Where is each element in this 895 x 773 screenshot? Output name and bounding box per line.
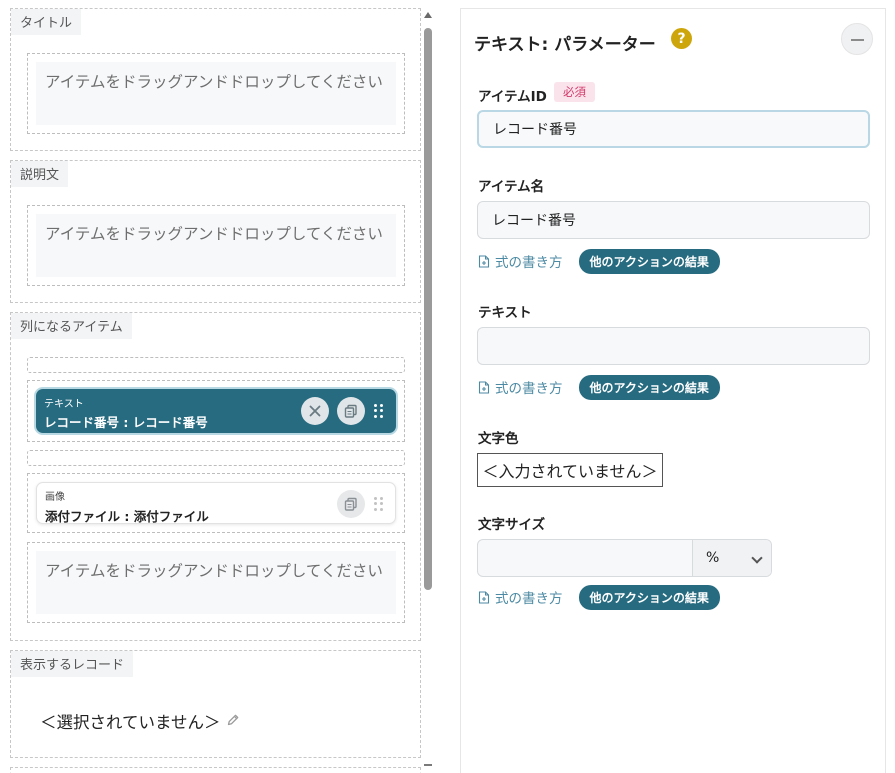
close-icon [309, 405, 321, 417]
remove-item-button[interactable] [301, 397, 329, 425]
item-type: テキスト [44, 399, 84, 410]
other-action-results-button[interactable]: 他のアクションの結果 [578, 374, 720, 400]
other-action-results-button[interactable]: 他のアクションの結果 [578, 584, 720, 610]
section-description-label: 説明文 [11, 161, 69, 187]
description-dropzone[interactable]: アイテムをドラッグアンドドロップしてください [27, 205, 405, 286]
list-items-dropzone[interactable]: アイテムをドラッグアンドドロップしてください [27, 542, 405, 623]
section-record-label: 表示するレコード [11, 651, 134, 677]
text-input[interactable] [477, 327, 870, 365]
record-selection-value: ＜選択されていません＞ [40, 713, 221, 732]
section-description: 説明文 アイテムをドラッグアンドドロップしてください [10, 160, 421, 303]
required-badge: 必須 [554, 82, 595, 102]
text-size-group: % [477, 539, 772, 577]
item-container-image: 画像 添付ファイル : 添付ファイル [27, 473, 405, 533]
item-name-label: アイテム名 [478, 179, 545, 195]
text-label: テキスト [478, 305, 532, 321]
text-color-value: ＜入力されていません＞ [482, 462, 658, 481]
dropzone-text: アイテムをドラッグアンドドロップしてください [36, 214, 396, 277]
pencil-icon[interactable] [226, 713, 240, 727]
text-helpers: 式の書き方 他のアクションの結果 [478, 374, 720, 400]
item-card-text[interactable]: テキスト レコード番号 : レコード番号 [36, 389, 396, 433]
item-name: レコード番号 : レコード番号 [44, 415, 208, 430]
section-title-label: タイトル [11, 9, 82, 35]
duplicate-item-button[interactable] [337, 397, 365, 425]
help-icon[interactable]: ? [671, 28, 692, 49]
document-icon [478, 590, 490, 604]
drag-handle-icon[interactable] [374, 497, 384, 511]
layout-editor: タイトル アイテムをドラッグアンドドロップしてください 説明文 アイテムをドラッ… [0, 0, 440, 773]
item-name-helpers: 式の書き方 他のアクションの結果 [478, 248, 720, 274]
text-color-label: 文字色 [478, 431, 519, 447]
scrollbar-thumb[interactable] [424, 28, 432, 590]
section-record: 表示するレコード ＜選択されていません＞ [10, 650, 421, 758]
formula-help-link[interactable]: 式の書き方 [478, 251, 563, 271]
text-size-unit-value: % [706, 550, 720, 566]
item-name-value: レコード番号 [492, 213, 576, 229]
formula-help-link[interactable]: 式の書き方 [478, 587, 563, 607]
parameter-panel: テキスト: パラメーター ? アイテムID 必須 レコード番号 アイテム名 レコ… [460, 8, 886, 773]
section-list-items: 列になるアイテム テキスト レコード番号 : レコード番号 画像 添付ファイル … [10, 312, 421, 641]
text-color-picker[interactable]: ＜入力されていません＞ [477, 453, 663, 487]
item-name: 添付ファイル : 添付ファイル [45, 509, 209, 524]
item-id-input[interactable]: レコード番号 [477, 110, 870, 148]
scroll-up-arrow-icon[interactable] [424, 12, 432, 18]
item-type: 画像 [45, 492, 65, 503]
dropzone-text: アイテムをドラッグアンドドロップしてください [36, 551, 396, 614]
text-size-input[interactable] [478, 540, 692, 576]
other-action-results-button[interactable]: 他のアクションの結果 [578, 248, 720, 274]
formula-help-link[interactable]: 式の書き方 [478, 377, 563, 397]
dropzone-text: アイテムをドラッグアンドドロップしてください [36, 62, 396, 125]
drop-slot[interactable] [27, 357, 405, 373]
text-size-unit-select[interactable]: % [692, 540, 771, 576]
copy-icon [344, 404, 357, 418]
section-list-items-label: 列になるアイテム [11, 313, 132, 339]
text-size-label: 文字サイズ [478, 517, 546, 533]
text-size-helpers: 式の書き方 他のアクションの結果 [478, 584, 720, 610]
item-container-text: テキスト レコード番号 : レコード番号 [27, 380, 405, 442]
duplicate-item-button[interactable] [337, 490, 365, 518]
document-icon [478, 254, 490, 268]
drag-handle-icon[interactable] [374, 404, 384, 418]
item-name-input[interactable]: レコード番号 [477, 201, 870, 239]
scrollbar[interactable] [422, 8, 434, 773]
scroll-down-arrow-icon[interactable] [424, 764, 432, 766]
collapse-panel-button[interactable] [841, 23, 873, 55]
chevron-down-icon [751, 552, 763, 564]
section-next [10, 767, 421, 773]
document-icon [478, 380, 490, 394]
drop-slot[interactable] [27, 450, 405, 466]
item-id-label: アイテムID [478, 89, 547, 105]
item-id-value: レコード番号 [493, 122, 577, 138]
title-dropzone[interactable]: アイテムをドラッグアンドドロップしてください [27, 53, 405, 134]
item-card-image[interactable]: 画像 添付ファイル : 添付ファイル [36, 482, 396, 524]
panel-title: テキスト: パラメーター [474, 35, 656, 55]
copy-icon [344, 497, 357, 511]
section-title: タイトル アイテムをドラッグアンドドロップしてください [10, 8, 421, 151]
